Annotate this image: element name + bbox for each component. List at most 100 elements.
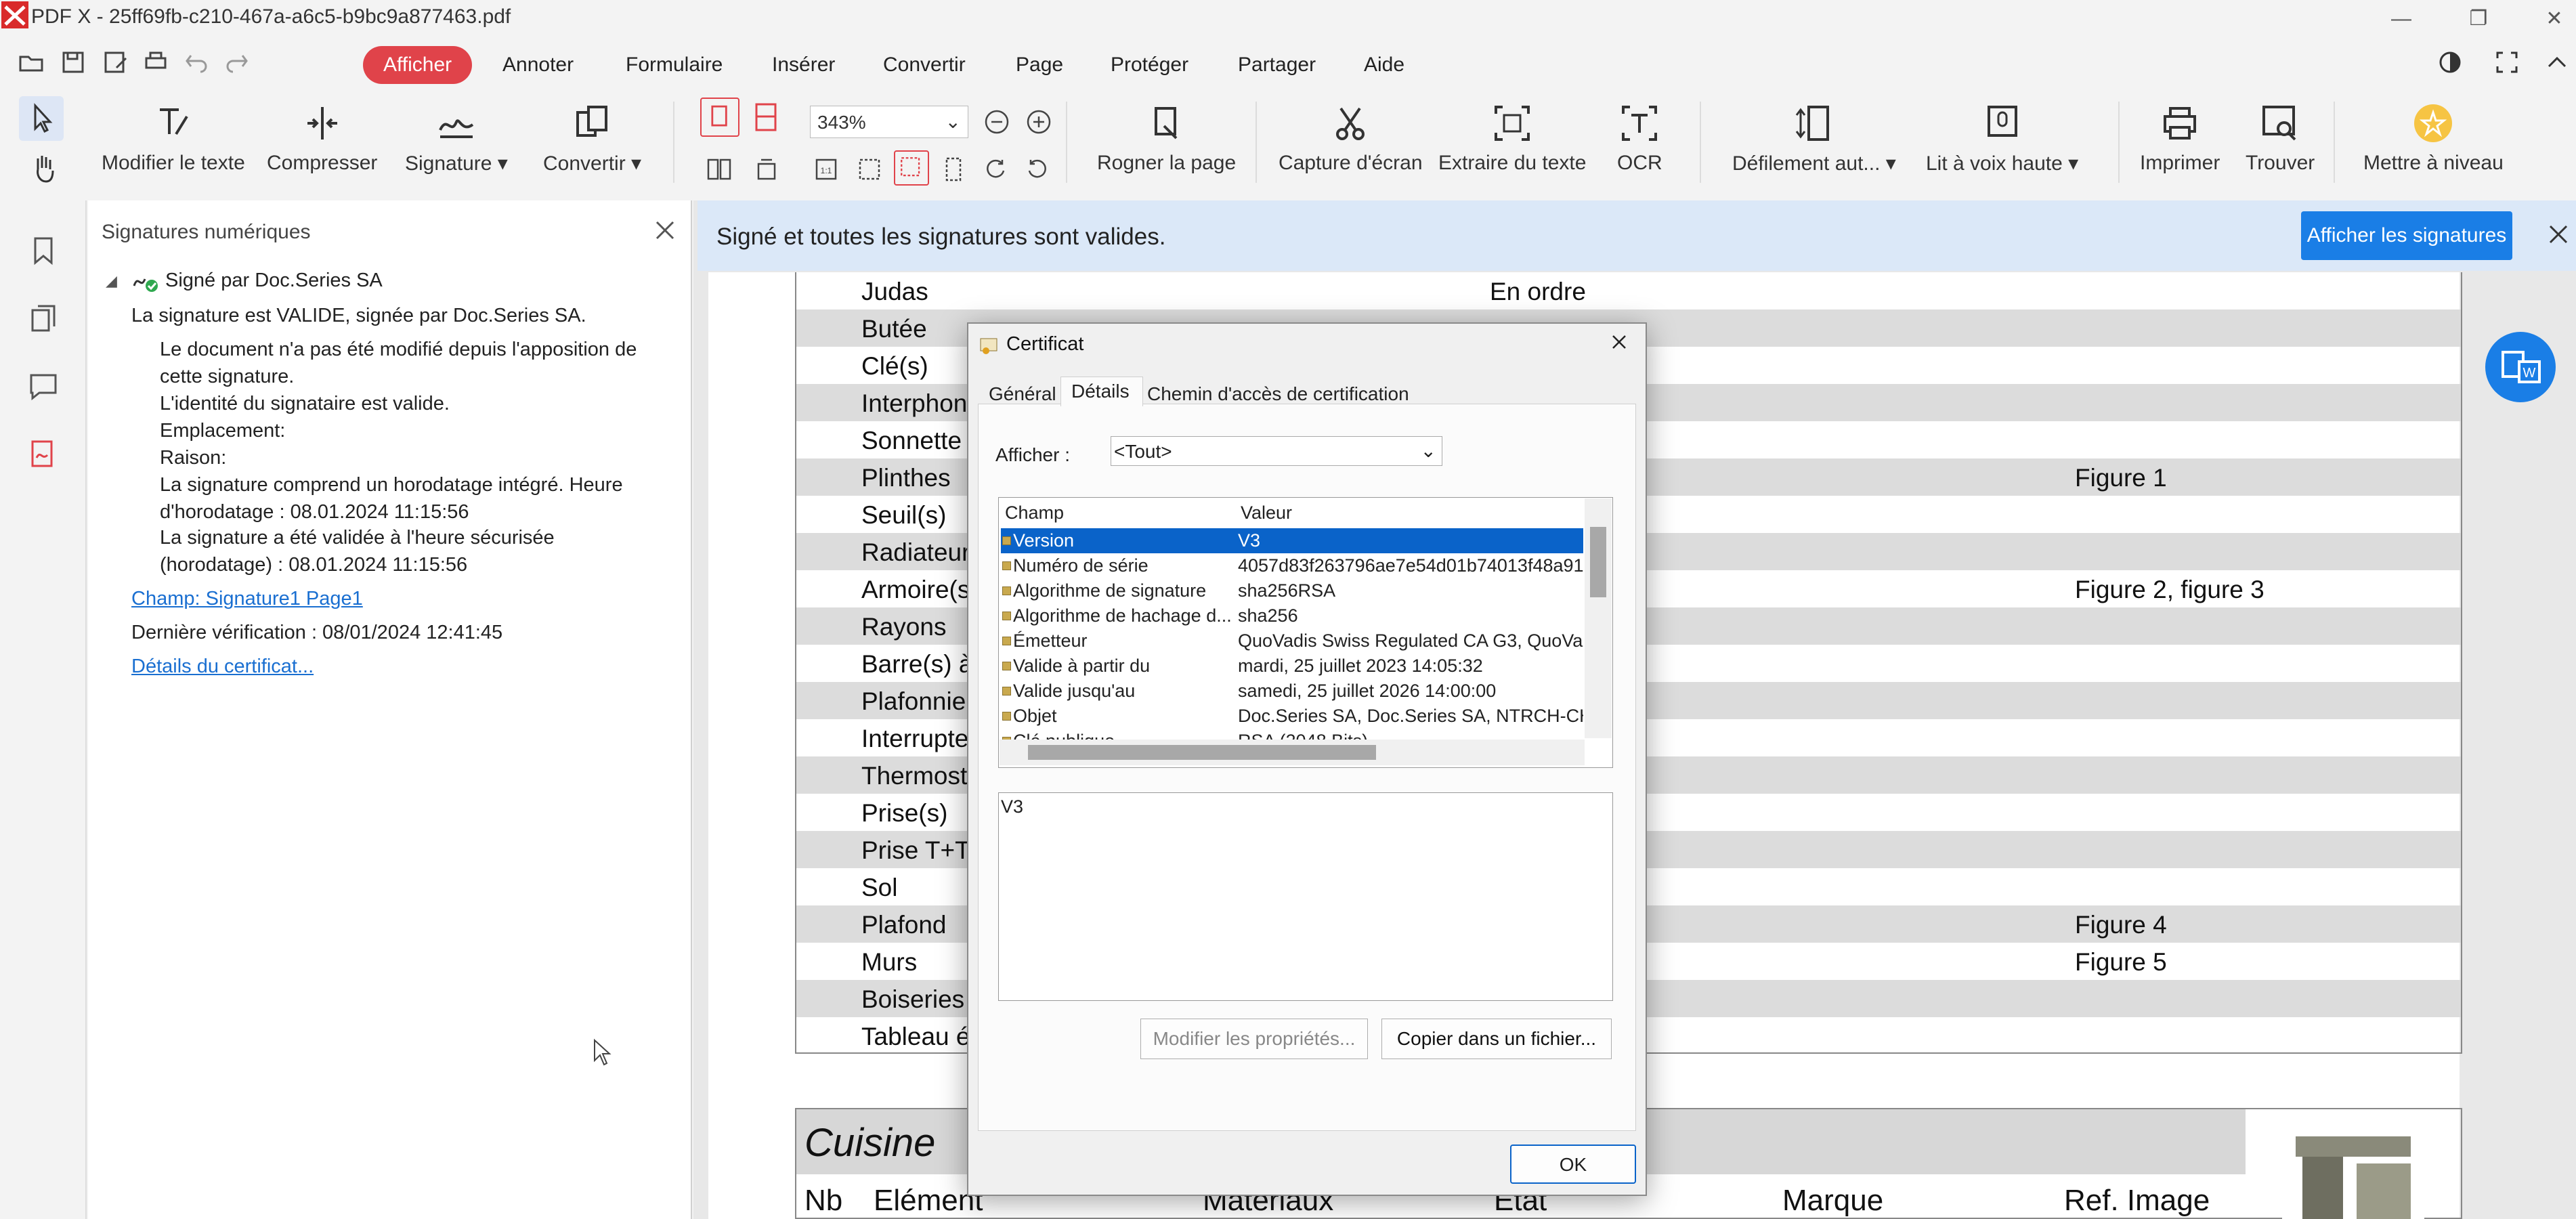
tab-general[interactable]: Général — [989, 383, 1056, 405]
list-item[interactable]: Version V3 — [1001, 528, 1583, 553]
field-value: RSA (2048 Bits) — [1238, 731, 1583, 740]
svg-text:W: W — [2523, 366, 2536, 381]
list-item[interactable]: Valide jusqu'au samedi, 25 juillet 2026 1… — [1001, 679, 1583, 704]
list-item[interactable]: Émetteur QuoVadis Swiss Regulated CA G3, … — [1001, 628, 1583, 654]
signatures-panel-title: Signatures numériques — [102, 221, 311, 243]
print-icon[interactable] — [141, 47, 171, 77]
expand-triangle-icon[interactable]: ◢ — [106, 272, 117, 290]
autoscroll-button[interactable]: Défilement aut... ▾ — [1732, 102, 1896, 175]
comments-icon[interactable] — [27, 370, 60, 402]
find-button[interactable]: Trouver — [2246, 102, 2315, 175]
open-folder-icon[interactable] — [16, 47, 46, 77]
list-item[interactable]: Algorithme de signature sha256RSA — [1001, 578, 1583, 603]
menu-convertir[interactable]: Convertir — [883, 50, 966, 80]
single-page-view-button[interactable] — [700, 98, 739, 137]
menu-proteger[interactable]: Protéger — [1111, 50, 1188, 80]
tab-details[interactable]: Détails — [1071, 381, 1130, 402]
menu-aide[interactable]: Aide — [1364, 50, 1404, 80]
redo-icon[interactable] — [222, 47, 252, 77]
row-image-ref: Figure 2, figure 3 — [2075, 576, 2264, 603]
star-badge-icon — [2414, 104, 2453, 142]
print-button[interactable]: Imprimer — [2140, 102, 2220, 175]
edit-properties-button[interactable]: Modifier les propriétés... — [1140, 1019, 1368, 1059]
scissors-icon — [1336, 107, 1365, 140]
close-window-button[interactable]: ✕ — [2534, 4, 2575, 34]
fit-page-icon[interactable] — [855, 154, 884, 184]
chevron-down-icon: ▾ — [2068, 152, 2079, 175]
convert-to-word-button[interactable]: W — [2485, 332, 2556, 402]
pages-thumbnail-icon[interactable] — [27, 302, 60, 335]
certificate-details-link[interactable]: Détails du certificat... — [131, 656, 314, 678]
ok-button[interactable]: OK — [1510, 1145, 1636, 1184]
copy-to-file-button[interactable]: Copier dans un fichier... — [1381, 1019, 1612, 1059]
zoom-out-icon[interactable] — [982, 107, 1012, 137]
signature-panel-icon[interactable] — [27, 437, 60, 470]
horizontal-scrollbar-thumb[interactable] — [1028, 745, 1376, 760]
close-icon[interactable] — [650, 215, 680, 245]
upgrade-button[interactable]: Mettre à niveau — [2363, 102, 2504, 175]
tab-certification-path[interactable]: Chemin d'accès de certification — [1147, 383, 1409, 405]
undo-icon[interactable] — [181, 47, 211, 77]
close-icon[interactable] — [1608, 330, 1631, 354]
save-icon[interactable] — [58, 47, 88, 77]
menu-afficher[interactable]: Afficher — [363, 46, 473, 84]
collapse-ribbon-icon[interactable] — [2542, 47, 2572, 77]
rotate-counterclockwise-icon[interactable] — [1023, 154, 1052, 184]
menu-page[interactable]: Page — [1016, 50, 1063, 80]
signer-name[interactable]: Signé par Doc.Series SA — [165, 270, 383, 292]
field-value-textarea[interactable] — [998, 792, 1613, 1001]
maximize-button[interactable]: ❐ — [2458, 4, 2499, 34]
fullscreen-icon[interactable] — [2492, 47, 2522, 77]
page-delete-icon[interactable] — [752, 154, 781, 184]
row-item: Sol — [861, 874, 898, 901]
chevron-down-icon: ⌄ — [945, 111, 961, 132]
list-item[interactable]: Objet Doc.Series SA, Doc.Series SA, NTRCH… — [1001, 704, 1583, 729]
fit-height-icon[interactable] — [939, 154, 968, 184]
modify-text-button[interactable]: Modifier le texte — [102, 102, 245, 175]
list-item[interactable]: Valide à partir du mardi, 25 juillet 2023… — [1001, 654, 1583, 679]
two-page-icon[interactable] — [704, 154, 734, 184]
compress-button[interactable]: Compresser — [267, 102, 377, 175]
list-item[interactable]: Numéro de série 4057d83f263796ae7e54d01b7… — [1001, 553, 1583, 578]
convert-button[interactable]: Convertir ▾ — [543, 102, 641, 175]
menu-partager[interactable]: Partager — [1238, 50, 1316, 80]
field-value: Doc.Series SA, Doc.Series SA, NTRCH-CHE- — [1238, 706, 1583, 726]
ocr-button[interactable]: OCR — [1617, 102, 1662, 175]
row-item: Armoire(s — [861, 576, 970, 603]
rotate-clockwise-icon[interactable] — [981, 154, 1010, 184]
minimize-button[interactable]: — — [2381, 4, 2422, 34]
extract-text-button[interactable]: Extraire du texte — [1438, 102, 1586, 175]
close-icon[interactable] — [2545, 221, 2572, 248]
chevron-down-icon: ▾ — [497, 152, 508, 175]
actual-size-icon[interactable]: 1:1 — [811, 154, 841, 184]
signature-button[interactable]: Signature ▾ — [405, 102, 508, 175]
show-select[interactable]: <Tout> ⌄ — [1111, 436, 1442, 466]
show-signatures-button[interactable]: Afficher les signatures — [2301, 211, 2512, 260]
autoscroll-label: Défilement aut... — [1732, 152, 1881, 175]
hand-tool-icon[interactable] — [27, 152, 60, 184]
vertical-scrollbar-thumb[interactable] — [1590, 527, 1606, 597]
field-name: Valide jusqu'au — [1013, 681, 1136, 701]
menu-inserer[interactable]: Insérer — [772, 50, 835, 80]
select-tool-button[interactable] — [19, 96, 64, 141]
svg-text:1:1: 1:1 — [821, 166, 832, 175]
row-item: Clé(s) — [861, 352, 928, 380]
theme-toggle-icon[interactable] — [2435, 47, 2465, 77]
list-item[interactable]: Algorithme de hachage d... sha256 — [1001, 603, 1583, 628]
save-as-icon[interactable] — [100, 47, 130, 77]
crop-page-button[interactable]: Rogner la page — [1097, 102, 1236, 175]
screenshot-button[interactable]: Capture d'écran — [1279, 102, 1423, 175]
column-header-value[interactable]: Valeur — [1241, 502, 1292, 523]
fit-width-button[interactable] — [894, 150, 929, 186]
column-header-field[interactable]: Champ — [1005, 502, 1064, 523]
row-item: Thermosta — [861, 762, 981, 790]
signature-field-link[interactable]: Champ: Signature1 Page1 — [131, 588, 363, 610]
menu-formulaire[interactable]: Formulaire — [626, 50, 723, 80]
bookmark-icon[interactable] — [27, 234, 60, 267]
continuous-view-button[interactable] — [746, 98, 786, 137]
list-item[interactable]: Clé publique RSA (2048 Bits) — [1001, 729, 1583, 740]
zoom-select[interactable]: 343% ⌄ — [810, 106, 968, 138]
read-aloud-button[interactable]: Lit à voix haute ▾ — [1926, 102, 2078, 175]
menu-annoter[interactable]: Annoter — [502, 50, 574, 80]
zoom-in-icon[interactable] — [1024, 107, 1054, 137]
